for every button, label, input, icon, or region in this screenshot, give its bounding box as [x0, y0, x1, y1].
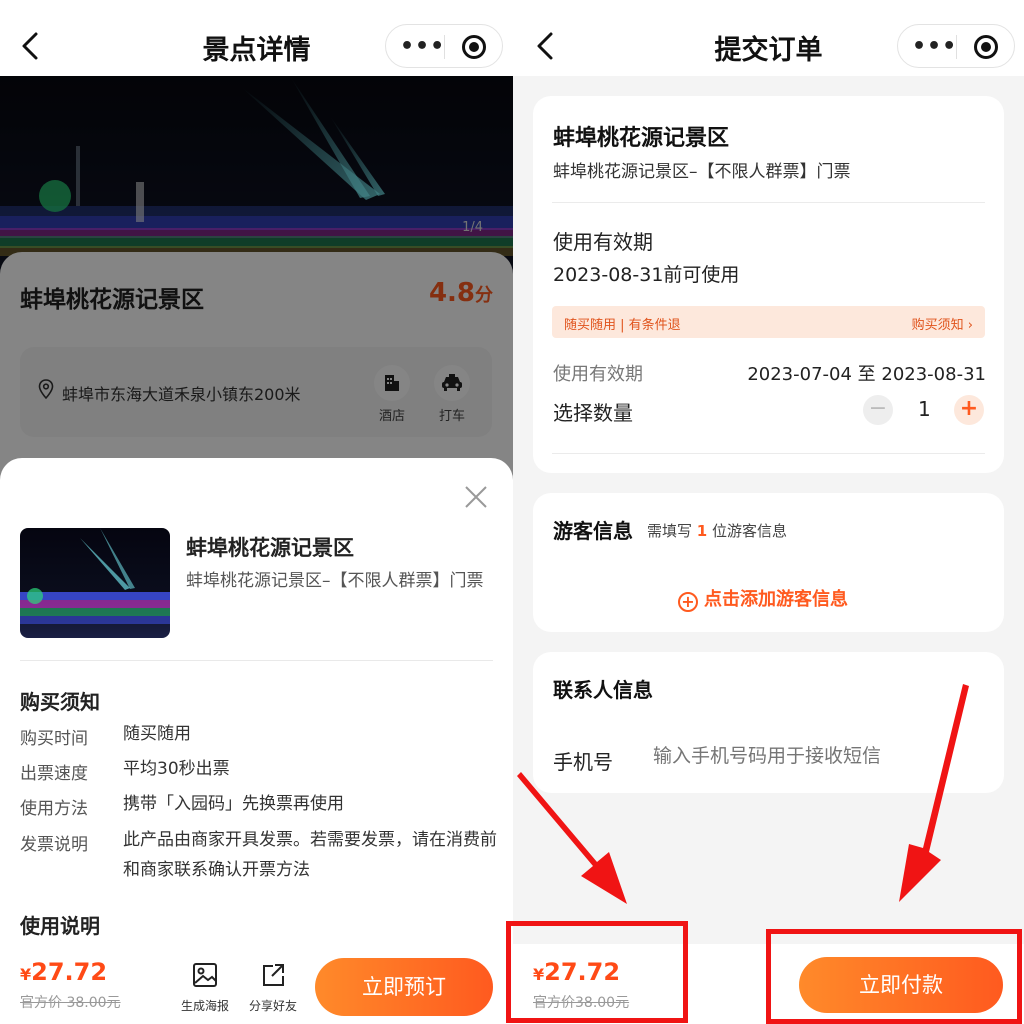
capsule-divider [956, 35, 957, 59]
validity-range: 2023-07-04 至 2023-08-31 [747, 364, 986, 385]
usage-heading: 使用说明 [20, 914, 100, 938]
add-circle-icon: + [678, 592, 698, 612]
more-icon[interactable]: ••• [400, 32, 444, 62]
purchase-info-sheet: 蚌埠桃花源记景区 蚌埠桃花源记景区–【不限人群票】门票 购买须知 购买时间 随买… [0, 458, 513, 1024]
currency-symbol: ¥ [533, 965, 545, 984]
notice-value: 携带「入园码」先换票再使用 [123, 794, 344, 814]
contact-heading: 联系人信息 [553, 678, 653, 702]
validity-text: 2023-08-31前可使用 [553, 264, 740, 286]
add-visitor-button[interactable]: + 点击添加游客信息 [678, 585, 848, 612]
attraction-detail-screen: 景点详情 ••• 1/4 蚌埠桃花源记景区 4.8分 蚌埠市东海大道禾泉小镇东2… [0, 0, 513, 1024]
capsule-divider [444, 35, 445, 59]
original-price: 官方价38.00元 [533, 995, 630, 1011]
product-title: 蚌埠桃花源记景区 [186, 536, 354, 560]
close-program-icon[interactable] [974, 35, 998, 59]
decrease-quantity-button[interactable]: − [863, 395, 893, 425]
product-thumbnail [20, 528, 170, 638]
divider [20, 660, 493, 661]
pay-now-button[interactable]: 立即付款 [799, 957, 1003, 1013]
notice-value: 平均30秒出票 [123, 759, 230, 779]
mini-program-capsule: ••• [385, 24, 503, 68]
notice-key: 购买时间 [20, 729, 88, 749]
notice-key: 发票说明 [20, 835, 88, 855]
original-price: 官方价 38.00元 [20, 995, 121, 1011]
currency-symbol: ¥ [20, 965, 32, 984]
bottom-action-bar: ¥27.72 官方价 38.00元 生成海报 分享好友 立即预订 [0, 944, 513, 1024]
purchase-notice-bar[interactable]: 随买随用 | 有条件退 购买须知 › [552, 306, 985, 338]
validity-label: 使用有效期 [553, 364, 643, 385]
phone-input[interactable] [653, 738, 998, 774]
bottom-action-bar: ¥27.72 官方价38.00元 立即付款 [513, 944, 1024, 1024]
price-value: 27.72 [544, 958, 621, 986]
product-name: 蚌埠桃花源记景区 [553, 126, 730, 151]
image-icon [193, 963, 217, 987]
more-icon[interactable]: ••• [912, 32, 956, 62]
visitor-info-card: 游客信息 需填写 1 位游客信息 + 点击添加游客信息 [533, 493, 1004, 632]
add-visitor-label: 点击添加游客信息 [704, 589, 848, 610]
price: ¥27.72 [533, 958, 620, 986]
notice-key: 使用方法 [20, 799, 88, 819]
increase-quantity-button[interactable]: + [954, 395, 984, 425]
quantity-label: 选择数量 [553, 401, 633, 425]
product-subtitle: 蚌埠桃花源记景区–【不限人群票】门票 [186, 571, 484, 591]
divider [552, 453, 985, 454]
close-program-icon[interactable] [462, 35, 486, 59]
share-button[interactable]: 分享好友 [238, 962, 308, 1014]
generate-poster-button[interactable]: 生成海报 [170, 962, 240, 1014]
notice-value: 随买随用 [123, 724, 191, 744]
quantity-value: 1 [918, 397, 931, 421]
divider [552, 202, 985, 203]
price-value: 27.72 [31, 958, 108, 986]
generate-poster-label: 生成海报 [180, 999, 229, 1013]
contact-info-card: 联系人信息 手机号 [533, 652, 1004, 793]
notice-key: 出票速度 [20, 764, 88, 784]
price: ¥27.72 [20, 958, 107, 986]
navbar: 景点详情 ••• [0, 0, 513, 76]
visitor-count: 1 [696, 522, 708, 540]
notice-value: 此产品由商家开具发票。若需要发票，请在消费前和商家联系确认开票方法 [123, 830, 497, 880]
book-now-button[interactable]: 立即预订 [315, 958, 493, 1016]
visitor-hint: 需填写 1 位游客信息 [647, 520, 787, 541]
mini-program-capsule: ••• [897, 24, 1015, 68]
submit-order-screen: 提交订单 ••• 蚌埠桃花源记景区 蚌埠桃花源记景区–【不限人群票】门票 使用有… [513, 0, 1024, 1024]
navbar: 提交订单 ••• [513, 0, 1024, 76]
purchase-notice-heading: 购买须知 [20, 690, 100, 714]
close-icon[interactable] [463, 484, 489, 510]
visitor-heading: 游客信息 [553, 519, 633, 543]
validity-heading: 使用有效期 [553, 230, 653, 254]
purchase-notice-link[interactable]: 购买须知 › [912, 314, 973, 333]
product-card: 蚌埠桃花源记景区 蚌埠桃花源记景区–【不限人群票】门票 使用有效期 2023-0… [533, 96, 1004, 473]
share-icon [263, 964, 284, 986]
share-label: 分享好友 [248, 999, 297, 1013]
phone-label: 手机号 [553, 750, 613, 774]
product-subtitle: 蚌埠桃花源记景区–【不限人群票】门票 [553, 162, 851, 182]
visitor-hint-suffix: 位游客信息 [712, 522, 788, 540]
refund-policy-text: 随买随用 | 有条件退 [564, 318, 681, 333]
visitor-hint-prefix: 需填写 [647, 522, 693, 540]
